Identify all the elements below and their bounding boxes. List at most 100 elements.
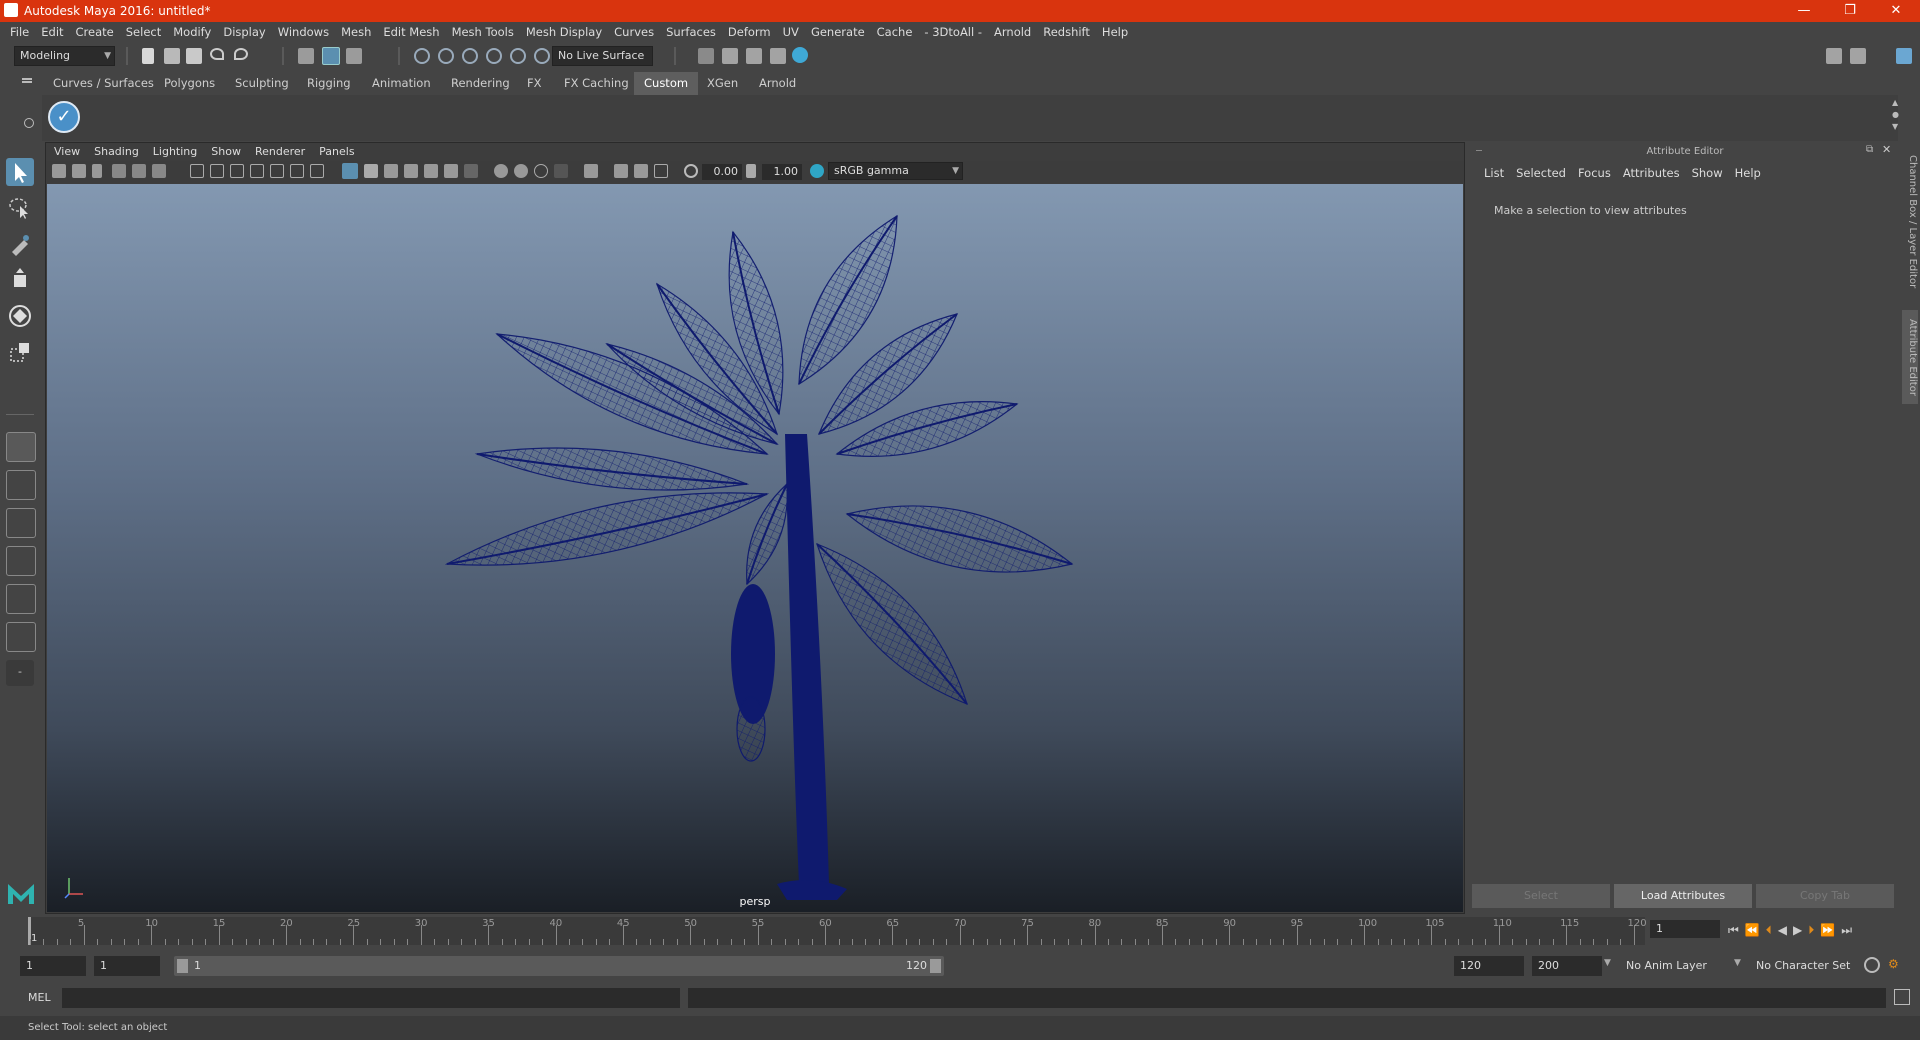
snap-view-icon[interactable] — [486, 48, 502, 64]
tab-polygons[interactable]: Polygons — [154, 72, 225, 95]
grease-pencil-icon[interactable] — [132, 164, 146, 178]
four-view-layout-icon[interactable] — [6, 470, 36, 500]
viewport-menu-show[interactable]: Show — [204, 143, 248, 161]
save-scene-icon[interactable] — [186, 48, 202, 64]
tab-arnold[interactable]: Arnold — [749, 72, 806, 95]
select-tool-icon[interactable] — [6, 158, 34, 186]
textured-icon[interactable] — [424, 164, 438, 178]
restore-button[interactable]: ❐ — [1830, 1, 1870, 21]
menu-select[interactable]: Select — [120, 22, 167, 42]
shelf-settings-icon[interactable] — [24, 118, 34, 128]
menu-cache[interactable]: Cache — [871, 22, 919, 42]
modeling-toolkit-icon[interactable] — [1826, 48, 1842, 64]
ae-menu-help[interactable]: Help — [1729, 164, 1767, 182]
channel-box-tab[interactable]: Channel Box / Layer Editor — [1902, 152, 1918, 292]
viewport-menu-panels[interactable]: Panels — [312, 143, 361, 161]
isolate-select-icon[interactable] — [584, 164, 598, 178]
ae-select-button[interactable]: Select — [1472, 884, 1610, 908]
viewport-menu-renderer[interactable]: Renderer — [248, 143, 312, 161]
snap-pivot-icon[interactable] — [534, 48, 550, 64]
menu-mesh-display[interactable]: Mesh Display — [520, 22, 608, 42]
render-settings-icon[interactable] — [698, 48, 714, 64]
channel-box-toggle-icon[interactable] — [1896, 48, 1912, 64]
menu-3dtoall[interactable]: - 3DtoAll - — [918, 22, 988, 42]
two-d-pan-zoom-icon[interactable] — [152, 164, 166, 178]
banana-tree-wireframe-mesh[interactable] — [47, 184, 1463, 912]
shadows-icon[interactable] — [464, 164, 478, 178]
xray-joints-icon[interactable] — [654, 164, 668, 178]
chevron-down-icon[interactable]: ▼ — [1604, 958, 1611, 968]
grid-icon[interactable] — [190, 164, 204, 178]
menu-uv[interactable]: UV — [777, 22, 805, 42]
use-default-material-icon[interactable] — [384, 164, 398, 178]
shelf-scroll-arrows[interactable]: ▲ ● ▼ — [1892, 97, 1899, 137]
menu-mesh-tools[interactable]: Mesh Tools — [446, 22, 520, 42]
exposure-field[interactable]: 0.00 — [702, 164, 742, 180]
close-button[interactable]: ✕ — [1876, 1, 1916, 21]
minimize-button[interactable]: — — [1784, 1, 1824, 21]
wireframe-on-shaded-icon[interactable] — [404, 164, 418, 178]
anim-layer-dropdown[interactable]: No Anim Layer — [1620, 956, 1732, 976]
film-gate-icon[interactable] — [210, 164, 224, 178]
safe-title-icon[interactable] — [310, 164, 324, 178]
close-panel-icon[interactable]: ✕ — [1882, 143, 1891, 156]
screen-space-ao-icon[interactable] — [494, 164, 508, 178]
ae-copy-tab-button[interactable]: Copy Tab — [1756, 884, 1894, 908]
ae-menu-selected[interactable]: Selected — [1510, 164, 1572, 182]
redo-icon[interactable] — [234, 48, 248, 60]
wireframe-icon[interactable] — [342, 163, 358, 179]
menu-generate[interactable]: Generate — [805, 22, 871, 42]
camera-select-icon[interactable] — [52, 164, 66, 178]
gamma-field[interactable]: 1.00 — [762, 164, 802, 180]
current-frame-field[interactable]: 1 — [1650, 920, 1720, 938]
safe-action-icon[interactable] — [290, 164, 304, 178]
menu-edit[interactable]: Edit — [35, 22, 69, 42]
depth-of-field-icon[interactable] — [554, 164, 568, 178]
ae-menu-attributes[interactable]: Attributes — [1617, 164, 1686, 182]
tab-custom[interactable]: Custom — [634, 72, 699, 95]
ae-load-attributes-button[interactable]: Load Attributes — [1614, 884, 1752, 908]
viewport-canvas[interactable]: persp — [47, 184, 1463, 912]
script-editor-icon[interactable] — [1894, 989, 1910, 1005]
menu-redshift[interactable]: Redshift — [1037, 22, 1096, 42]
exposure-icon[interactable] — [684, 164, 698, 178]
field-chart-icon[interactable] — [270, 164, 284, 178]
attribute-editor-tab[interactable]: Attribute Editor — [1902, 310, 1918, 404]
menu-surfaces[interactable]: Surfaces — [660, 22, 722, 42]
select-component-icon[interactable] — [346, 48, 362, 64]
range-end-handle[interactable] — [930, 959, 941, 973]
motion-blur-icon[interactable] — [514, 164, 528, 178]
gamma-icon[interactable] — [746, 164, 756, 178]
menu-file[interactable]: File — [0, 22, 35, 42]
auto-key-icon[interactable] — [1864, 957, 1880, 973]
resolution-gate-icon[interactable] — [230, 164, 244, 178]
live-surface-field[interactable]: No Live Surface — [552, 46, 653, 66]
character-set-dropdown[interactable]: No Character Set — [1750, 956, 1866, 976]
range-start-handle[interactable] — [177, 959, 188, 973]
menu-display[interactable]: Display — [217, 22, 271, 42]
bookmark-icon[interactable] — [92, 164, 102, 178]
paint-select-tool-icon[interactable] — [6, 230, 34, 258]
persp-graph-layout-icon[interactable] — [6, 546, 36, 576]
gate-mask-icon[interactable] — [250, 164, 264, 178]
shelf-menu-icon[interactable] — [22, 78, 32, 80]
snap-surface-icon[interactable] — [510, 48, 526, 64]
render-view-icon[interactable] — [770, 48, 786, 64]
animation-preferences-icon[interactable]: ⚙ — [1888, 957, 1904, 973]
viewport-menu-shading[interactable]: Shading — [87, 143, 146, 161]
move-tool-icon[interactable] — [6, 266, 34, 294]
step-back-key-icon[interactable]: ⏴ — [1766, 923, 1778, 937]
tab-rigging[interactable]: Rigging — [297, 72, 361, 95]
time-slider-ruler[interactable]: 1 5 10 15 20 25 30 35 40 45 50 55 60 65 70 75 80 85 90 95 1… — [28, 917, 1647, 945]
select-object-icon[interactable] — [322, 47, 340, 65]
checkmark-shelf-icon[interactable]: ✓ — [48, 101, 80, 133]
viewport-menu-lighting[interactable]: Lighting — [146, 143, 204, 161]
multisample-aa-icon[interactable] — [534, 164, 548, 178]
snap-curve-icon[interactable] — [438, 48, 454, 64]
scale-tool-icon[interactable] — [6, 338, 34, 366]
playback-start-field[interactable]: 1 — [94, 956, 160, 976]
tab-animation[interactable]: Animation — [362, 72, 441, 95]
menu-arnold[interactable]: Arnold — [988, 22, 1037, 42]
tab-fx-caching[interactable]: FX Caching — [554, 72, 639, 95]
menu-mesh[interactable]: Mesh — [335, 22, 377, 42]
